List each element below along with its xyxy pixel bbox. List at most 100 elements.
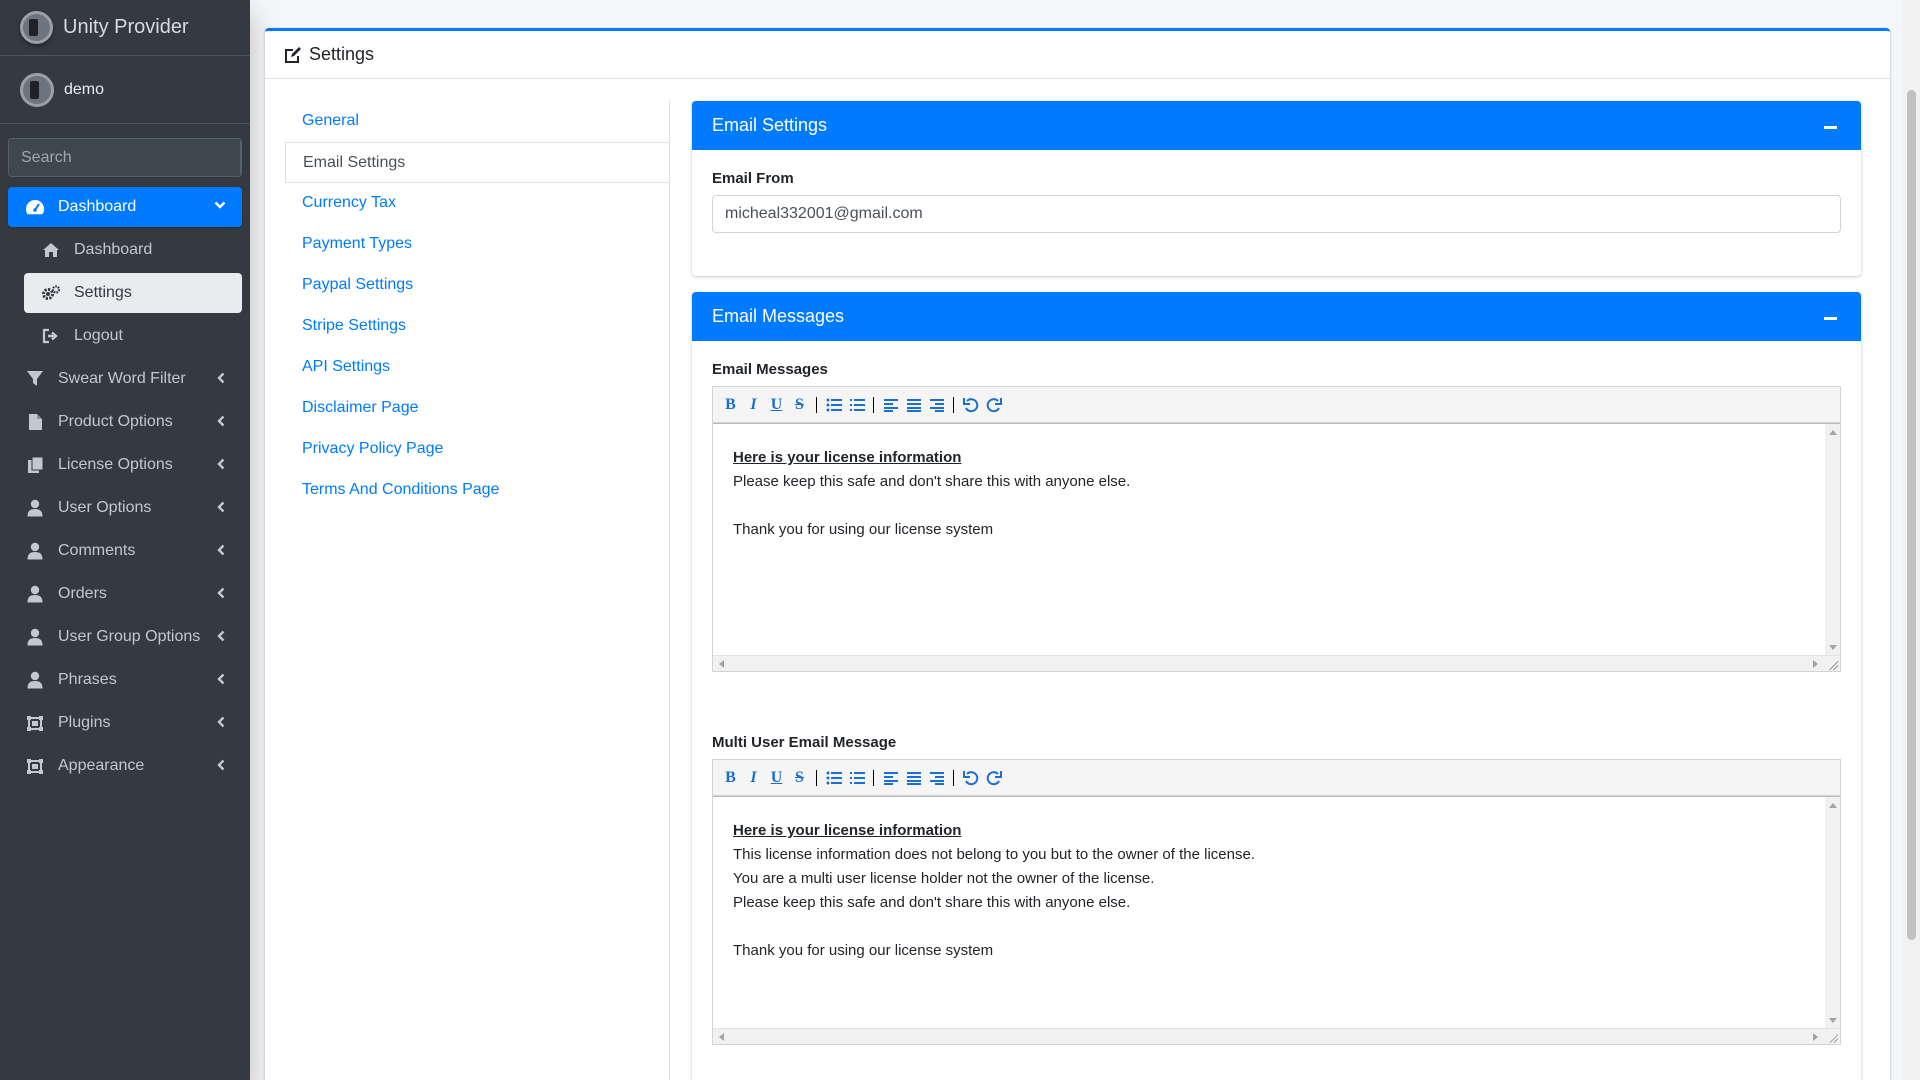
italic-button[interactable]: I	[742, 393, 765, 417]
scroll-right-icon	[1813, 660, 1818, 668]
user-icon	[24, 627, 46, 647]
redo-button[interactable]	[982, 766, 1005, 790]
email-messages-textarea[interactable]: Here is your license information Please …	[713, 423, 1840, 656]
sidebar-item-settings[interactable]: Settings	[24, 273, 242, 313]
editor-horizontal-scrollbar[interactable]	[713, 655, 1840, 671]
email-messages-title: Email Messages	[712, 306, 845, 326]
user-panel[interactable]: demo	[0, 56, 250, 124]
settings-menu-payment-types[interactable]: Payment Types	[285, 224, 669, 265]
settings-menu-currency-tax[interactable]: Currency Tax	[285, 183, 669, 224]
bullet-list-icon	[826, 398, 842, 411]
collapse-minus-icon[interactable]	[1819, 115, 1841, 137]
collapse-minus-icon[interactable]	[1819, 306, 1841, 328]
multi-user-email-textarea[interactable]: Here is your license information This li…	[713, 796, 1840, 1029]
italic-button[interactable]: I	[742, 766, 765, 790]
align-left-icon	[883, 398, 898, 412]
scroll-up-icon	[1829, 803, 1837, 808]
editor-vertical-scrollbar[interactable]	[1825, 797, 1840, 1029]
sidebar-item-dashboard[interactable]: Dashboard	[24, 230, 242, 270]
sidebar-item-label: Appearance	[58, 757, 145, 774]
bold-button[interactable]: B	[719, 393, 742, 417]
undo-button[interactable]	[959, 393, 982, 417]
editor-toolbar: B I U S	[713, 760, 1840, 796]
align-center-button[interactable]	[902, 393, 925, 417]
search-button[interactable]	[240, 139, 241, 176]
scroll-left-icon	[719, 660, 724, 668]
settings-menu-email-settings[interactable]: Email Settings	[285, 142, 669, 183]
resize-grip-icon[interactable]	[1828, 660, 1838, 670]
editor-vertical-scrollbar[interactable]	[1825, 424, 1840, 656]
align-right-icon	[929, 771, 944, 785]
redo-icon	[986, 397, 1002, 412]
chevron-left-icon	[217, 544, 225, 556]
editor-horizontal-scrollbar[interactable]	[713, 1028, 1840, 1044]
bold-button[interactable]: B	[719, 766, 742, 790]
sidebar-item-plugins[interactable]: Plugins	[8, 703, 242, 743]
sidebar-item-user-group-options[interactable]: User Group Options	[8, 617, 242, 657]
sidebar-item-phrases[interactable]: Phrases	[8, 660, 242, 700]
sidebar-item-license-options[interactable]: License Options	[8, 445, 242, 485]
editor-line: Please keep this safe and don't share th…	[733, 473, 1131, 490]
settings-menu-stripe-settings[interactable]: Stripe Settings	[285, 306, 669, 347]
underline-button[interactable]: U	[765, 393, 788, 417]
sidebar-item-user-options[interactable]: User Options	[8, 488, 242, 528]
sidebar-item-appearance[interactable]: Appearance	[8, 746, 242, 786]
settings-menu-general[interactable]: General	[285, 101, 669, 142]
toolbar-separator	[816, 769, 817, 786]
chevron-left-icon	[217, 673, 225, 685]
undo-icon	[962, 770, 978, 785]
editor-heading: Here is your license information	[733, 449, 962, 466]
settings-menu-api-settings[interactable]: API Settings	[285, 347, 669, 388]
sidebar-item-product-options[interactable]: Product Options	[8, 402, 242, 442]
page-scrollbar[interactable]	[1903, 0, 1920, 1080]
settings-menu-terms-page[interactable]: Terms And Conditions Page	[285, 470, 669, 511]
settings-menu-paypal-settings[interactable]: Paypal Settings	[285, 265, 669, 306]
email-settings-body: Email From	[692, 150, 1861, 253]
strikethrough-button[interactable]: S	[788, 766, 811, 790]
sidebar-item-label: Product Options	[58, 413, 173, 430]
sidebar-item-dashboard-group[interactable]: Dashboard	[8, 187, 242, 227]
email-from-field[interactable]	[712, 195, 1841, 233]
bullet-list-button[interactable]	[822, 766, 845, 790]
align-right-icon	[929, 398, 944, 412]
align-right-button[interactable]	[925, 393, 948, 417]
search-input[interactable]	[9, 139, 240, 176]
sidebar-item-label: User Options	[58, 499, 152, 516]
align-center-button[interactable]	[902, 766, 925, 790]
sidebar-item-label: Comments	[58, 542, 136, 559]
sidebar-item-swear-word-filter[interactable]: Swear Word Filter	[8, 359, 242, 399]
email-from-label: Email From	[712, 170, 794, 187]
sidebar-item-logout[interactable]: Logout	[24, 316, 242, 356]
align-right-button[interactable]	[925, 766, 948, 790]
bullet-list-button[interactable]	[822, 393, 845, 417]
editor-content: Here is your license information This li…	[713, 797, 1840, 985]
resize-grip-icon[interactable]	[1828, 1033, 1838, 1043]
chevron-left-icon	[217, 372, 225, 384]
strikethrough-button[interactable]: S	[788, 393, 811, 417]
redo-button[interactable]	[982, 393, 1005, 417]
undo-button[interactable]	[959, 766, 982, 790]
brand-link[interactable]: Unity Provider	[0, 0, 250, 56]
sidebar-item-comments[interactable]: Comments	[8, 531, 242, 571]
align-left-button[interactable]	[879, 393, 902, 417]
chevron-left-icon	[217, 716, 225, 728]
underline-button[interactable]: U	[765, 766, 788, 790]
email-messages-header: Email Messages	[692, 292, 1861, 341]
user-icon	[24, 541, 46, 561]
align-left-button[interactable]	[879, 766, 902, 790]
sidebar-item-orders[interactable]: Orders	[8, 574, 242, 614]
numbered-list-icon	[849, 771, 865, 784]
numbered-list-button[interactable]	[845, 393, 868, 417]
copy-icon	[24, 455, 46, 475]
settings-menu-disclaimer-page[interactable]: Disclaimer Page	[285, 388, 669, 429]
numbered-list-icon	[849, 398, 865, 411]
tachometer-icon	[24, 197, 46, 217]
gears-icon	[40, 283, 62, 303]
numbered-list-button[interactable]	[845, 766, 868, 790]
sidebar-item-label: Dashboard	[74, 241, 153, 258]
page-scrollbar-thumb[interactable]	[1907, 90, 1916, 940]
sidebar-item-label: Dashboard	[58, 198, 137, 215]
settings-menu-privacy-policy-page[interactable]: Privacy Policy Page	[285, 429, 669, 470]
editor-content: Here is your license information Please …	[713, 424, 1840, 564]
